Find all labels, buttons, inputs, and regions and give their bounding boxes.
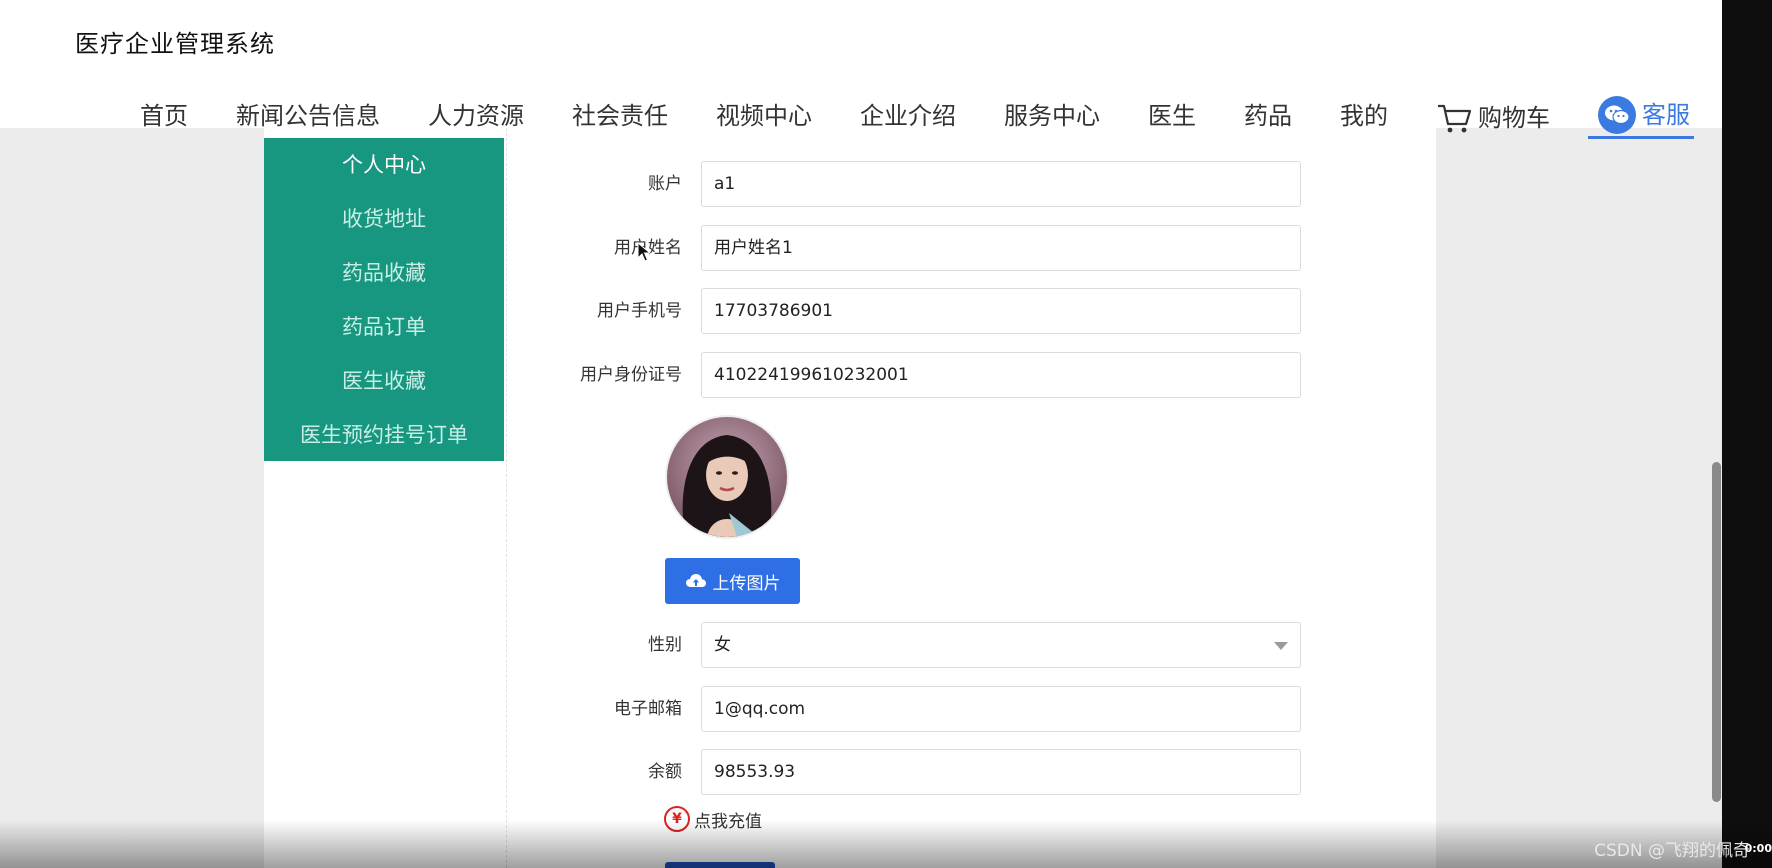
form-row-id-card: 用户身份证号 410224199610232001 [560,352,1301,398]
nav-home[interactable]: 首页 [140,98,188,134]
balance-label: 余额 [648,762,682,782]
page: 医疗企业管理系统 首页 新闻公告信息 人力资源 社会责任 视频中心 企业介绍 服… [0,0,1722,868]
id-card-field[interactable]: 410224199610232001 [701,352,1301,398]
account-label: 账户 [648,174,682,194]
sidebar-item-appointment-orders[interactable]: 医生预约挂号订单 [264,416,504,470]
nav-cart[interactable]: 购物车 [1436,100,1550,136]
watermark: CSDN @飞翔的佩奇 [1594,841,1750,861]
phone-field[interactable]: 17703786901 [701,288,1301,334]
scrollbar-thumb[interactable] [1712,462,1721,802]
account-field[interactable]: a1 [701,161,1301,207]
gender-label: 性别 [648,635,682,655]
upload-image-button[interactable]: 上传图片 [665,558,800,604]
sidebar-item-doctor-favorites[interactable]: 医生收藏 [264,362,504,416]
nav-news[interactable]: 新闻公告信息 [236,98,380,134]
name-field[interactable]: 用户姓名1 [701,225,1301,271]
id-card-label: 用户身份证号 [580,365,682,385]
upload-label: 上传图片 [712,573,781,594]
mouse-cursor-icon [637,242,651,262]
nav-customer-service[interactable]: 客服 [1588,96,1694,139]
nav-mine[interactable]: 我的 [1340,98,1388,134]
sidebar-item-medicine-orders[interactable]: 药品订单 [264,308,504,362]
cart-icon [1438,104,1472,133]
video-edge [1722,0,1772,868]
cloud-upload-icon [685,574,706,587]
gender-select[interactable]: 女 [701,622,1301,668]
nav-medicine[interactable]: 药品 [1244,98,1292,134]
divider [506,128,507,868]
avatar [665,415,789,539]
form-row-account: 账户 a1 [560,161,1301,207]
sidebar-item-profile[interactable]: 个人中心 [264,146,504,200]
site-title: 医疗企业管理系统 [75,30,275,58]
nav-hr[interactable]: 人力资源 [428,98,524,134]
video-shade [0,820,1772,868]
email-label: 电子邮箱 [614,699,682,719]
wechat-icon [1598,96,1636,134]
nav-doctor[interactable]: 医生 [1148,98,1196,134]
form-row-name: 用户姓名 用户姓名1 [560,225,1301,271]
nav-about[interactable]: 企业介绍 [860,98,956,134]
nav-service-center[interactable]: 服务中心 [1004,98,1100,134]
form-row-gender: 性别 女 [560,622,1301,668]
main-nav: 首页 新闻公告信息 人力资源 社会责任 视频中心 企业介绍 服务中心 医生 药品… [0,96,1722,142]
nav-social[interactable]: 社会责任 [572,98,668,134]
sidebar: 个人中心 收货地址 药品收藏 药品订单 医生收藏 医生预约挂号订单 [264,138,504,461]
form-row-phone: 用户手机号 17703786901 [560,288,1301,334]
phone-label: 用户手机号 [597,301,682,321]
balance-field[interactable]: 98553.93 [701,749,1301,795]
sidebar-item-address[interactable]: 收货地址 [264,200,504,254]
sidebar-item-medicine-favorites[interactable]: 药品收藏 [264,254,504,308]
service-label: 客服 [1642,101,1690,129]
video-timestamp: 0:00 [1744,842,1772,855]
nav-video[interactable]: 视频中心 [716,98,812,134]
form-row-email: 电子邮箱 1@qq.com [560,686,1301,732]
cart-label: 购物车 [1478,104,1550,132]
email-field[interactable]: 1@qq.com [701,686,1301,732]
form-row-balance: 余额 98553.93 [560,749,1301,795]
